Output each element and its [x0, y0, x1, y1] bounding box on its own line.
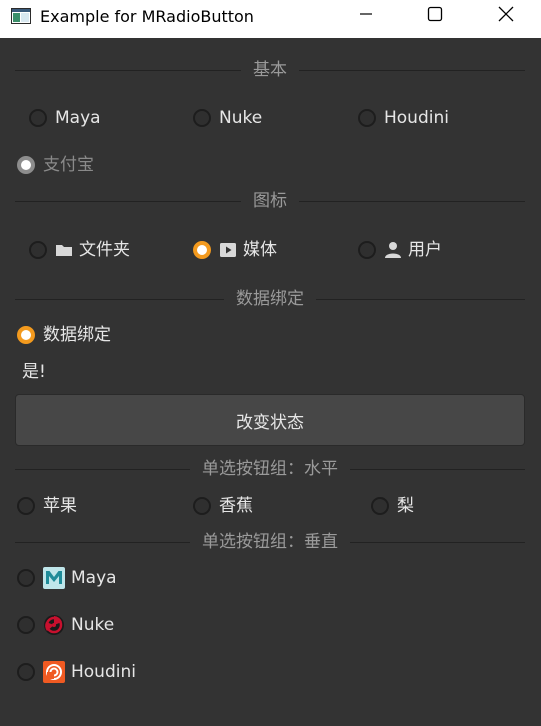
section-divider-basic: 基本 — [15, 58, 525, 82]
radio-indicator — [17, 663, 35, 681]
section-divider-icon: 图标 — [15, 189, 525, 213]
radio-indicator-checked — [17, 326, 35, 344]
radio-indicator — [29, 241, 47, 259]
section-divider-group-vertical: 单选按钮组：垂直 — [15, 530, 525, 554]
divider-line — [15, 200, 241, 202]
radio-vertical-houdini[interactable]: Houdini — [17, 659, 136, 685]
maximize-button[interactable] — [402, 0, 468, 32]
radio-indicator — [371, 497, 389, 515]
radio-indicator — [17, 616, 35, 634]
minimize-icon — [358, 6, 374, 26]
radio-apple[interactable]: 苹果 — [17, 493, 77, 519]
maximize-icon — [427, 6, 443, 26]
divider-line — [316, 298, 525, 300]
radio-label: 用户 — [408, 240, 442, 260]
divider-line — [15, 541, 190, 543]
divider-line — [350, 468, 525, 470]
section-label-basic: 基本 — [253, 60, 287, 80]
app-icon — [11, 8, 31, 24]
radio-label: 数据绑定 — [43, 325, 111, 345]
radio-indicator — [193, 497, 211, 515]
close-button[interactable] — [473, 0, 539, 32]
radio-label: 香蕉 — [219, 496, 253, 516]
radio-label: 支付宝 — [43, 155, 94, 175]
radio-nuke[interactable]: Nuke — [193, 105, 262, 131]
radio-houdini[interactable]: Houdini — [358, 105, 449, 131]
radio-vertical-nuke[interactable]: Nuke — [17, 612, 114, 638]
media-play-icon — [219, 242, 237, 258]
section-label-data-binding: 数据绑定 — [236, 289, 304, 309]
divider-line — [15, 298, 224, 300]
divider-line — [350, 541, 525, 543]
radio-label: Houdini — [71, 662, 136, 682]
radio-label: 梨 — [397, 496, 414, 516]
divider-line — [299, 200, 525, 202]
radio-folder[interactable]: 文件夹 — [29, 237, 130, 263]
binding-status-text: 是! — [22, 362, 46, 382]
radio-indicator-checked — [17, 156, 35, 174]
radio-indicator-checked — [193, 241, 211, 259]
change-state-button[interactable]: 改变状态 — [15, 394, 525, 446]
radio-maya[interactable]: Maya — [29, 105, 101, 131]
section-divider-group-horizontal: 单选按钮组：水平 — [15, 457, 525, 481]
radio-banana[interactable]: 香蕉 — [193, 493, 253, 519]
nuke-logo-icon — [43, 614, 65, 636]
divider-line — [299, 69, 525, 71]
radio-label: Maya — [55, 108, 101, 128]
radio-indicator — [17, 497, 35, 515]
divider-line — [15, 69, 241, 71]
section-divider-data-binding: 数据绑定 — [15, 287, 525, 311]
radio-indicator — [29, 109, 47, 127]
section-label-group-horizontal: 单选按钮组：水平 — [202, 459, 338, 479]
main-window: Example for MRadioButton 基本 Maya Nuke Ho… — [0, 0, 541, 726]
radio-media[interactable]: 媒体 — [193, 237, 277, 263]
section-label-group-vertical: 单选按钮组：垂直 — [202, 532, 338, 552]
close-icon — [497, 5, 515, 27]
title-bar[interactable]: Example for MRadioButton — [0, 0, 541, 38]
radio-label: Nuke — [71, 615, 115, 635]
houdini-logo-icon — [43, 661, 65, 683]
radio-label: 媒体 — [243, 240, 277, 260]
radio-indicator — [193, 109, 211, 127]
divider-line — [15, 468, 190, 470]
radio-indicator — [358, 241, 376, 259]
folder-icon — [55, 242, 73, 258]
radio-label: Nuke — [219, 108, 263, 128]
section-label-icon: 图标 — [253, 191, 287, 211]
radio-alipay-disabled: 支付宝 — [17, 152, 94, 178]
radio-pear[interactable]: 梨 — [371, 493, 414, 519]
radio-vertical-maya[interactable]: Maya — [17, 565, 117, 591]
radio-label: 文件夹 — [79, 240, 130, 260]
radio-label: 苹果 — [43, 496, 77, 516]
radio-label: Maya — [71, 568, 117, 588]
window-title: Example for MRadioButton — [40, 7, 254, 26]
radio-data-binding[interactable]: 数据绑定 — [17, 322, 111, 348]
user-icon — [384, 241, 402, 259]
radio-user[interactable]: 用户 — [358, 237, 442, 263]
minimize-button[interactable] — [333, 0, 399, 32]
radio-indicator — [358, 109, 376, 127]
maya-logo-icon — [43, 567, 65, 589]
radio-label: Houdini — [384, 108, 449, 128]
radio-indicator — [17, 569, 35, 587]
